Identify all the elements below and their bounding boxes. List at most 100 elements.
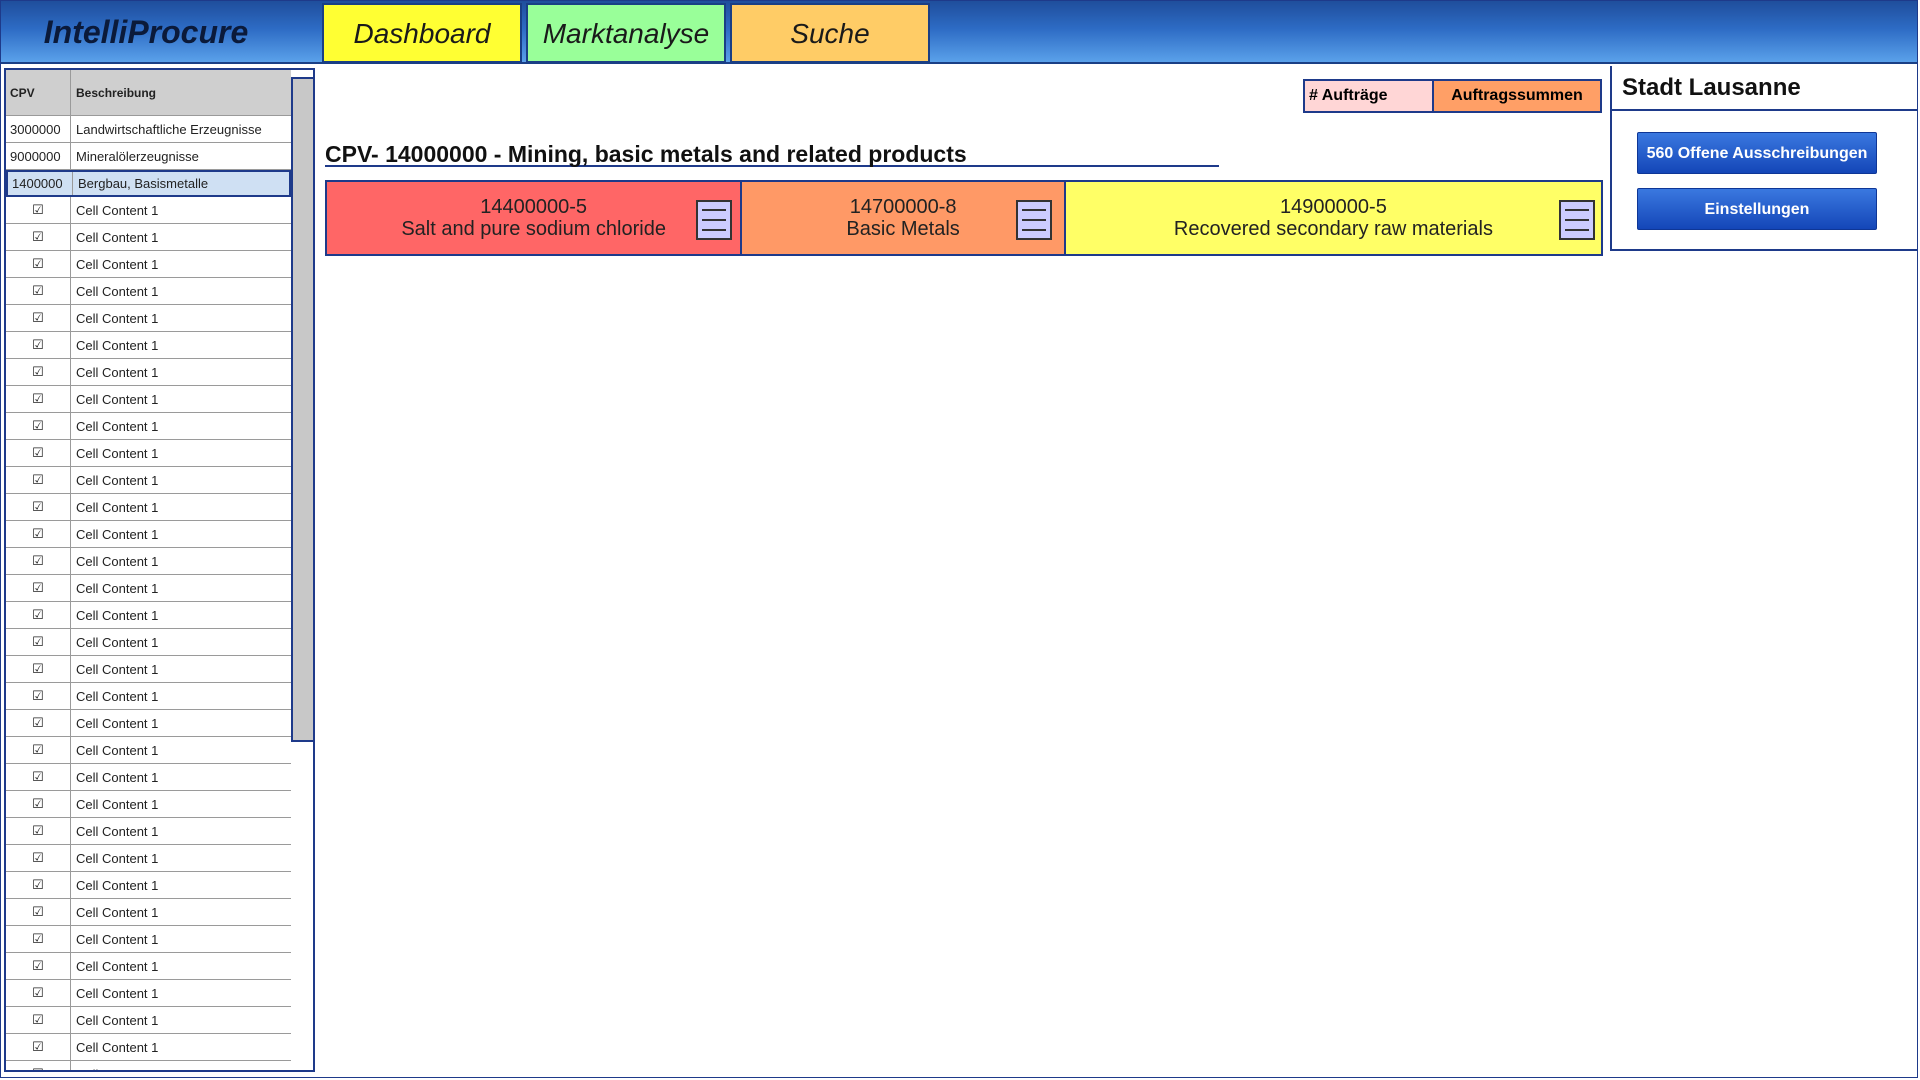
table-row[interactable]: ☑Cell Content 1 <box>6 1034 291 1061</box>
row-checkbox[interactable]: ☑ <box>6 629 71 655</box>
row-checkbox[interactable]: ☑ <box>6 521 71 547</box>
cell-content: Cell Content 1 <box>76 553 159 569</box>
cpv-tile[interactable]: 14700000-8 Basic Metals <box>742 182 1066 254</box>
cpv-table: CPV Beschreibung 3000000 Landwirtschaftl… <box>6 70 291 1071</box>
page-title: CPV- 14000000 - Mining, basic metals and… <box>325 141 1219 167</box>
row-checkbox[interactable]: ☑ <box>6 710 71 736</box>
settings-button[interactable]: Einstellungen <box>1637 188 1877 230</box>
cpv-code: 1400000 <box>8 172 73 195</box>
table-row[interactable]: ☑Cell Content 1 <box>6 197 291 224</box>
table-row[interactable]: ☑Cell Content 1 <box>6 953 291 980</box>
table-row[interactable]: ☑Cell Content 1 <box>6 467 291 494</box>
row-checkbox[interactable]: ☑ <box>6 251 71 277</box>
column-header-cpv[interactable]: CPV <box>6 70 71 115</box>
cell-content: Cell Content 1 <box>76 796 159 812</box>
table-row[interactable]: 9000000 Mineralölerzeugnisse <box>6 143 291 170</box>
cell-content: Cell Content 1 <box>76 283 159 299</box>
table-row[interactable]: ☑Cell Content 1 <box>6 602 291 629</box>
open-tenders-button[interactable]: 560 Offene Ausschreibungen <box>1637 132 1877 174</box>
cpv-code: 3000000 <box>6 116 71 142</box>
cpv-tile[interactable]: 14900000-5 Recovered secondary raw mater… <box>1065 182 1601 254</box>
row-checkbox[interactable]: ☑ <box>6 656 71 682</box>
row-checkbox[interactable]: ☑ <box>6 1061 71 1070</box>
legend-count-toggle[interactable]: # Aufträge <box>1305 81 1434 111</box>
row-checkbox[interactable]: ☑ <box>6 386 71 412</box>
table-row[interactable]: ☑Cell Content 1 <box>6 980 291 1007</box>
table-row[interactable]: ☑Cell Content 1 <box>6 386 291 413</box>
table-scrollbar[interactable] <box>291 77 313 742</box>
table-row[interactable]: ☑Cell Content 1 <box>6 683 291 710</box>
table-row[interactable]: ☑ Cell Content 1 <box>6 737 291 764</box>
row-checkbox[interactable]: ☑ <box>6 278 71 304</box>
row-checkbox[interactable]: ☑ <box>6 980 71 1006</box>
menu-icon[interactable] <box>1558 200 1595 240</box>
row-checkbox[interactable]: ☑ <box>6 926 71 952</box>
row-checkbox[interactable]: ☑ <box>6 197 71 223</box>
row-checkbox[interactable]: ☑ <box>6 899 71 925</box>
table-row[interactable]: ☑Cell Content 1 <box>6 818 291 845</box>
cell-content: Cell Content 1 <box>71 1067 291 1071</box>
table-row[interactable]: ☑Cell Content 1 <box>6 251 291 278</box>
row-checkbox[interactable]: ☑ <box>6 494 71 520</box>
row-checkbox[interactable]: ☑ <box>6 548 71 574</box>
row-checkbox[interactable]: ☑ <box>6 1034 71 1060</box>
table-row[interactable]: ☑Cell Content 1 <box>6 710 291 737</box>
cell-content: Cell Content 1 <box>76 742 159 758</box>
cpv-tile[interactable]: 14400000-5 Salt and pure sodium chloride <box>327 182 743 254</box>
row-checkbox[interactable]: ☑ <box>6 872 71 898</box>
row-checkbox[interactable]: ☑ <box>6 224 71 250</box>
row-checkbox[interactable]: ☑ <box>6 413 71 439</box>
row-checkbox[interactable]: ☑ <box>6 737 71 763</box>
column-header-beschreibung[interactable]: Beschreibung <box>71 86 291 100</box>
table-row[interactable]: ☑Cell Content 1 <box>6 224 291 251</box>
row-checkbox[interactable]: ☑ <box>6 305 71 331</box>
cell-content: Cell Content 1 <box>76 310 159 326</box>
table-row[interactable]: ☑ Cell Content 1 <box>6 791 291 818</box>
row-checkbox[interactable]: ☑ <box>6 683 71 709</box>
table-row[interactable]: ☑Cell Content 1 <box>6 440 291 467</box>
row-checkbox[interactable]: ☑ <box>6 602 71 628</box>
row-checkbox[interactable]: ☑ <box>6 764 71 790</box>
table-row[interactable]: ☑Cell Content 1 <box>6 521 291 548</box>
tab-suche[interactable]: Suche <box>730 3 930 63</box>
table-row[interactable]: ☑Cell Content 1 <box>6 872 291 899</box>
table-row[interactable]: ☑Cell Content 1 <box>6 629 291 656</box>
table-row[interactable]: ☑ Cell Content 1 <box>6 548 291 575</box>
table-row[interactable]: ☑Cell Content 1 <box>6 1007 291 1034</box>
tile-code: 14900000-5 <box>1280 196 1387 218</box>
table-row[interactable]: ☑Cell Content 1 <box>6 656 291 683</box>
table-row[interactable]: ☑Cell Content 1 <box>6 845 291 872</box>
table-row[interactable]: ☑Cell Content 1 <box>6 575 291 602</box>
table-row[interactable]: ☑Cell Content 1 <box>6 1061 291 1071</box>
row-checkbox[interactable]: ☑ <box>6 575 71 601</box>
table-row-selected[interactable]: 1400000 Bergbau, Basismetalle <box>6 170 291 197</box>
table-row[interactable]: ☑ Cell Content 1 <box>6 278 291 305</box>
row-checkbox[interactable]: ☑ <box>6 1007 71 1033</box>
row-checkbox[interactable]: ☑ <box>6 467 71 493</box>
table-row[interactable]: ☑Cell Content 1 <box>6 926 291 953</box>
table-row[interactable]: ☑Cell Content 1 <box>6 413 291 440</box>
table-row[interactable]: ☑ Cell Content 1 <box>6 305 291 332</box>
table-row[interactable]: ☑Cell Content 1 <box>6 359 291 386</box>
row-checkbox[interactable]: ☑ <box>6 791 71 817</box>
table-row[interactable]: ☑Cell Content 1 <box>6 494 291 521</box>
cpv-description: Mineralölerzeugnisse <box>76 148 199 164</box>
cell-content: Cell Content 1 <box>76 769 159 785</box>
cpv-code: 9000000 <box>6 143 71 169</box>
row-checkbox[interactable]: ☑ <box>6 953 71 979</box>
tab-marktanalyse[interactable]: Marktanalyse <box>526 3 726 63</box>
table-row[interactable]: ☑Cell Content 1 <box>6 332 291 359</box>
row-checkbox[interactable]: ☑ <box>6 332 71 358</box>
row-checkbox[interactable]: ☑ <box>6 818 71 844</box>
row-checkbox[interactable]: ☑ <box>6 359 71 385</box>
org-panel: Stadt Lausanne 560 Offene Ausschreibunge… <box>1610 66 1917 251</box>
row-checkbox[interactable]: ☑ <box>6 845 71 871</box>
menu-icon[interactable] <box>1015 200 1052 240</box>
tab-dashboard[interactable]: Dashboard <box>322 3 522 63</box>
table-row[interactable]: ☑ Cell Content 1 <box>6 764 291 791</box>
table-row[interactable]: ☑Cell Content 1 <box>6 899 291 926</box>
row-checkbox[interactable]: ☑ <box>6 440 71 466</box>
table-row[interactable]: 3000000 Landwirtschaftliche Erzeugnisse <box>6 116 291 143</box>
menu-icon[interactable] <box>696 200 733 240</box>
legend-sum-toggle[interactable]: Auftragssummen <box>1434 81 1600 111</box>
